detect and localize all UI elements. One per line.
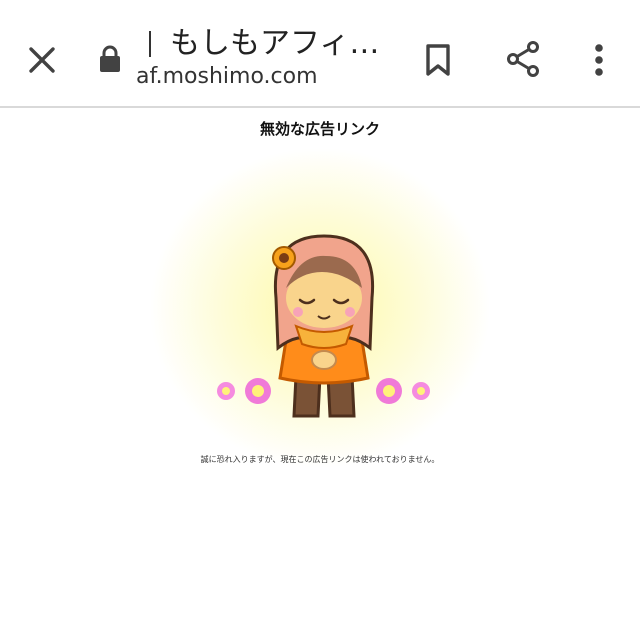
more-vert-icon[interactable]	[584, 38, 614, 82]
share-icon[interactable]	[500, 36, 546, 82]
page-url[interactable]: af.moshimo.com	[136, 62, 318, 92]
browser-toolbar: もしもアフィ… af.moshimo.com	[0, 0, 640, 108]
page-title: もしもアフィ…	[170, 26, 380, 61]
page-heading: 無効な広告リンク	[259, 120, 380, 138]
bookmark-icon[interactable]	[418, 38, 458, 82]
close-icon[interactable]	[20, 38, 64, 82]
lock-icon	[96, 42, 124, 76]
title-divider	[149, 31, 151, 57]
flower-small-left	[217, 382, 235, 400]
bowing-mascot-illustration	[217, 234, 430, 418]
invalid-link-message: 誠に恐れ入りますが、現在この広告リンクは使われておりません。	[200, 455, 440, 464]
page-content: 無効な広告リンク 誠に恐れ入りますが、現在この広告リンクは使われておりません。	[0, 110, 640, 624]
hair-flower	[272, 246, 296, 270]
flower-large-right	[376, 378, 402, 404]
flower-large-left	[245, 378, 271, 404]
flower-small-right	[412, 382, 430, 400]
